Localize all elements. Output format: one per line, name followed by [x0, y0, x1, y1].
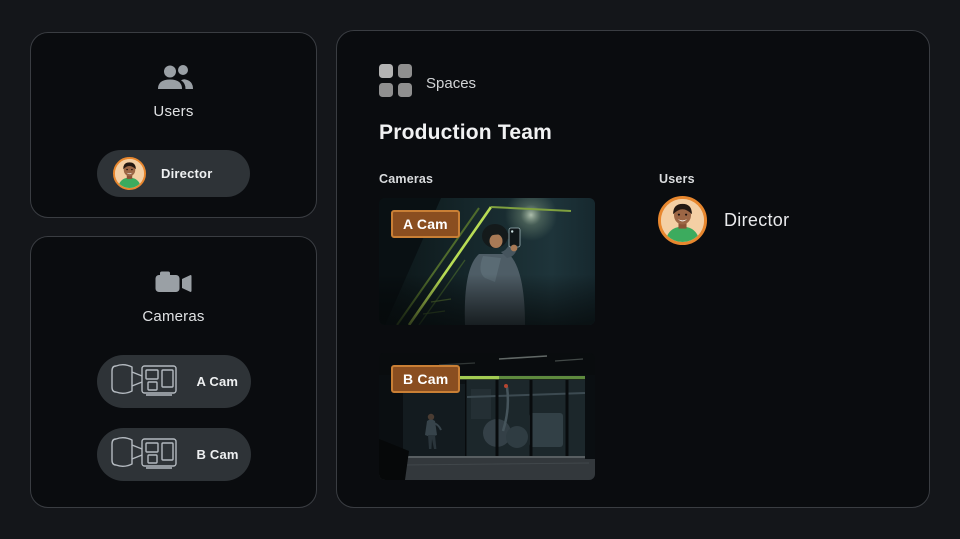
- cameras-panel: Cameras A Cam: [30, 236, 317, 508]
- b-cam-badge: B Cam: [391, 365, 460, 393]
- spaces-label: Spaces: [426, 75, 476, 92]
- cine-camera-outline-icon: [110, 358, 188, 405]
- spaces-grid-icon: [379, 64, 412, 102]
- user-pill-label: Director: [161, 166, 212, 181]
- b-cam-feed-thumbnail[interactable]: B Cam: [379, 353, 595, 480]
- user-pill-director[interactable]: Director: [97, 150, 250, 197]
- users-panel-title: Users: [153, 103, 193, 120]
- cameras-panel-title: Cameras: [142, 308, 204, 325]
- a-cam-badge: A Cam: [391, 210, 460, 238]
- users-panel: Users Director: [30, 32, 317, 218]
- director-avatar: [113, 157, 146, 190]
- camera-pill-label: A Cam: [197, 374, 239, 389]
- cine-camera-outline-icon: [110, 431, 188, 478]
- videocam-icon: [155, 270, 193, 301]
- app-root: { "colors": { "page_bg": "#14161a", "pan…: [0, 0, 960, 539]
- space-user-director[interactable]: Director: [658, 196, 789, 245]
- camera-pill-b-cam[interactable]: B Cam: [97, 428, 251, 481]
- camera-pill-a-cam[interactable]: A Cam: [97, 355, 251, 408]
- user-name: Director: [724, 210, 789, 231]
- a-cam-feed-thumbnail[interactable]: A Cam: [379, 198, 595, 325]
- space-title: Production Team: [379, 121, 552, 145]
- spaces-panel: Spaces Production Team Cameras Users: [336, 30, 930, 508]
- cameras-section-label: Cameras: [379, 172, 433, 186]
- director-avatar: [658, 196, 707, 245]
- camera-pill-label: B Cam: [197, 447, 239, 462]
- users-section-label: Users: [659, 172, 695, 186]
- people-icon: [154, 63, 194, 96]
- spaces-header[interactable]: Spaces: [379, 64, 476, 102]
